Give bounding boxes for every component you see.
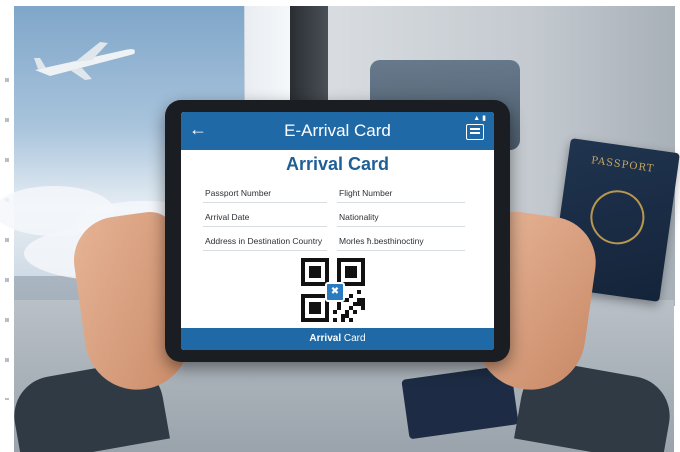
nationality-field[interactable]: Nationality — [337, 210, 465, 227]
qr-code-icon: ✖ — [301, 258, 365, 322]
header-title: E-Arrival Card — [284, 121, 391, 140]
passport-number-field[interactable]: Passport Number — [203, 186, 327, 203]
flight-number-field[interactable]: Flight Number — [337, 186, 465, 203]
address-value-field[interactable]: Morles ħ.besthinoctiny — [337, 234, 465, 251]
airplane-icon — [34, 42, 135, 80]
border-dots — [5, 60, 9, 400]
tablet: ← E-Arrival Card ▲ ▮ Arrival Card Passpo… — [165, 100, 510, 362]
submit-bar[interactable]: Arrival Card — [181, 328, 494, 350]
footer-bold-label: Arrival — [309, 333, 342, 344]
footer-label: Card — [341, 333, 366, 344]
status-icons: ▲ ▮ — [473, 115, 486, 122]
plane-badge-icon: ✖ — [325, 282, 345, 302]
field-label: Flight Number — [339, 188, 393, 198]
card-heading: Arrival Card — [285, 154, 390, 174]
field-value: Morles ħ.besthinoctiny — [339, 236, 424, 246]
document-menu-icon[interactable] — [466, 124, 484, 140]
tablet-screen: ← E-Arrival Card ▲ ▮ Arrival Card Passpo… — [181, 112, 494, 350]
address-field[interactable]: Address in Destination Country — [203, 234, 327, 251]
field-label: Passport Number — [205, 188, 272, 198]
photo: PASSPORT ← E-Arrival Card ▲ ▮ Arrival Ca… — [0, 0, 680, 452]
eagle-seal-icon — [586, 186, 648, 248]
field-label: Arrival Date — [205, 212, 250, 222]
field-label: Address in Destination Country — [205, 236, 323, 246]
passport-label: PASSPORT — [590, 155, 655, 175]
app-header: ← E-Arrival Card ▲ ▮ — [181, 112, 494, 150]
arrival-date-field[interactable]: Arrival Date — [203, 210, 327, 227]
field-label: Nationality — [339, 212, 379, 222]
